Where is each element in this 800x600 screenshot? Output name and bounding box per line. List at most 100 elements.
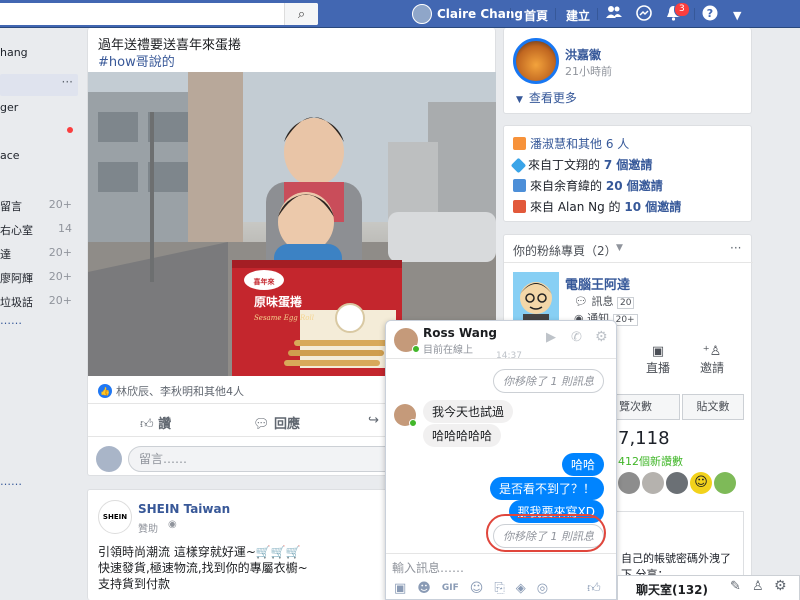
share-button[interactable]: ↪: [368, 413, 379, 428]
avatar[interactable]: [642, 472, 664, 494]
video-call-icon[interactable]: ▶︎: [546, 330, 556, 345]
page-logo[interactable]: SHEIN: [98, 500, 132, 534]
more-icon[interactable]: ···: [730, 241, 741, 255]
app-icon: [513, 179, 526, 192]
chat-message-input[interactable]: 輸入訊息……: [392, 559, 464, 576]
page-name-link[interactable]: 電腦王阿達: [565, 274, 630, 293]
reactions-summary[interactable]: 👍 林欣辰、李秋明和其他4人: [98, 383, 244, 399]
pages-header: 你的粉絲專頁（2）: [513, 244, 617, 258]
live-button[interactable]: ▣ 直播: [643, 344, 673, 376]
sidebar-item-marketplace[interactable]: ace: [0, 149, 80, 162]
posts-stat[interactable]: 貼文數: [682, 394, 744, 420]
comment-input[interactable]: 留言……: [128, 446, 408, 472]
removed-message: 你移除了 1 則訊息: [493, 369, 604, 393]
svg-text:?: ?: [707, 7, 713, 20]
box-product: 原味蛋捲: [254, 294, 303, 309]
divider: [504, 262, 753, 263]
chat-message-outgoing: 是否看不到了？！: [489, 477, 604, 500]
count-badge: 20: [616, 297, 635, 309]
compose-icon[interactable]: ✎: [730, 579, 741, 594]
story-friend-name[interactable]: 洪嘉徽: [565, 46, 601, 63]
search-input[interactable]: [0, 3, 318, 25]
invite-row[interactable]: 來自余育緯的 20 個邀請: [513, 177, 663, 194]
online-indicator: [409, 419, 417, 427]
page-messages-link[interactable]: 💬︎ 訊息 20: [574, 293, 635, 309]
more-icon[interactable]: ···: [62, 75, 73, 89]
gif-icon[interactable]: GIF: [442, 581, 459, 596]
post-text: 快速發貨,極速物流,找到你的專屬衣櫥~: [98, 561, 308, 575]
divider: [510, 8, 511, 20]
invite-icon: [510, 157, 527, 174]
avatar[interactable]: [618, 472, 640, 494]
sidebar-item-messenger[interactable]: ger: [0, 101, 80, 114]
chat-status: 目前在線上: [423, 345, 473, 356]
see-more-link[interactable]: ▼ 查看更多: [516, 89, 577, 106]
post-text: 引領時尚潮流 這樣穿就好運~🛒🛒🛒: [98, 545, 301, 559]
comment-icon: 💬︎: [253, 417, 270, 432]
avatar[interactable]: [714, 472, 736, 494]
see-more-link[interactable]: ……: [0, 475, 22, 488]
game-icon[interactable]: ◈: [516, 581, 526, 596]
highlight-circle: [486, 514, 606, 552]
story-avatar[interactable]: [513, 38, 559, 84]
chat-window: Ross Wang 目前在線上 ▶︎ ✆ ⚙ 14:37 你移除了 1 則訊息 …: [385, 320, 617, 600]
views-stat[interactable]: 覽次數: [616, 394, 680, 420]
profile-link[interactable]: Claire Chang: [412, 4, 523, 24]
gear-icon[interactable]: ⚙: [774, 578, 787, 594]
comment-composer: 留言……: [96, 446, 408, 472]
sidebar-item-count: 20+: [48, 270, 72, 283]
chat-contact-name[interactable]: Ross Wang: [423, 326, 497, 340]
promo-text: 自己的帳號密碼外洩了: [621, 552, 731, 565]
help-icon[interactable]: ?: [702, 5, 718, 25]
avatar[interactable]: ☺: [690, 472, 712, 494]
fan-avatars: ☺: [618, 472, 736, 494]
friends-icon[interactable]: [606, 5, 622, 23]
avatar[interactable]: [666, 472, 688, 494]
sidebar-item-count: 14: [58, 222, 72, 235]
chevron-down-icon[interactable]: ▼: [616, 243, 623, 253]
app-icon: [513, 200, 526, 213]
add-user-icon: ⁺♙: [702, 344, 722, 359]
avatar: [412, 4, 432, 24]
see-more-link[interactable]: ……: [0, 314, 22, 327]
invite-button[interactable]: ⁺♙ 邀請: [697, 344, 727, 376]
like-button[interactable]: 👍︎ 讚: [140, 413, 171, 432]
events-invites-card: 潘淑慧和其他 6 人 來自丁文翔的 7 個邀請 來自余育緯的 20 個邀請 來自…: [503, 125, 752, 222]
chat-message-incoming: 哈哈哈哈哈: [423, 424, 502, 447]
divider: [555, 8, 556, 20]
new-likes: 412個新讚數: [618, 455, 683, 468]
create-link[interactable]: 建立: [566, 7, 590, 24]
messenger-icon[interactable]: [636, 5, 652, 25]
sticker-icon[interactable]: ☻: [417, 581, 431, 596]
birthday-row[interactable]: 潘淑慧和其他 6 人: [513, 135, 629, 152]
phone-icon[interactable]: ✆: [571, 330, 582, 345]
sidebar-item-profile[interactable]: hang: [0, 46, 80, 59]
sidebar-item-count: 20+: [48, 246, 72, 259]
emoji-icon[interactable]: ☺: [470, 581, 484, 596]
invite-row[interactable]: 來自 Alan Ng 的 10 個邀請: [513, 198, 681, 215]
group-icon[interactable]: ♙: [752, 579, 764, 594]
search-button[interactable]: ⌕: [284, 3, 318, 25]
thumbs-up-icon[interactable]: 👍︎: [587, 581, 601, 596]
sidebar-item-news-feed[interactable]: ···: [0, 74, 78, 96]
invite-row[interactable]: 來自丁文翔的 7 個邀請: [510, 156, 652, 174]
promo-card[interactable]: 自己的帳號密碼外洩了 下 分享：: [616, 511, 744, 581]
page-avatar[interactable]: [513, 272, 559, 320]
unread-dot: [67, 127, 73, 133]
chat-toolbar: ▣ ☻ GIF ☺ ⎘ ◈ ◎ 👍︎: [394, 581, 601, 596]
gear-icon[interactable]: ⚙: [595, 329, 608, 345]
hashtag-link[interactable]: #how哥說的: [98, 51, 175, 70]
attachment-icon[interactable]: ⎘: [494, 581, 504, 596]
page-name-link[interactable]: SHEIN Taiwan: [138, 502, 230, 516]
gift-icon: [513, 137, 526, 150]
camera-icon[interactable]: ◎: [537, 581, 548, 596]
reactions-text: 林欣辰、李秋明和其他4人: [116, 385, 244, 398]
chevron-down-icon[interactable]: ▼: [733, 7, 741, 25]
search-icon: ⌕: [297, 6, 306, 22]
image-icon[interactable]: ▣: [394, 581, 406, 596]
divider: [597, 8, 598, 20]
chat-sidebar-toggle[interactable]: 聊天室(132) ✎ ♙ ⚙: [617, 575, 800, 600]
home-link[interactable]: 首頁: [524, 7, 548, 24]
comment-button[interactable]: 💬︎ 回應: [253, 413, 300, 432]
notification-badge: 3: [674, 2, 690, 17]
